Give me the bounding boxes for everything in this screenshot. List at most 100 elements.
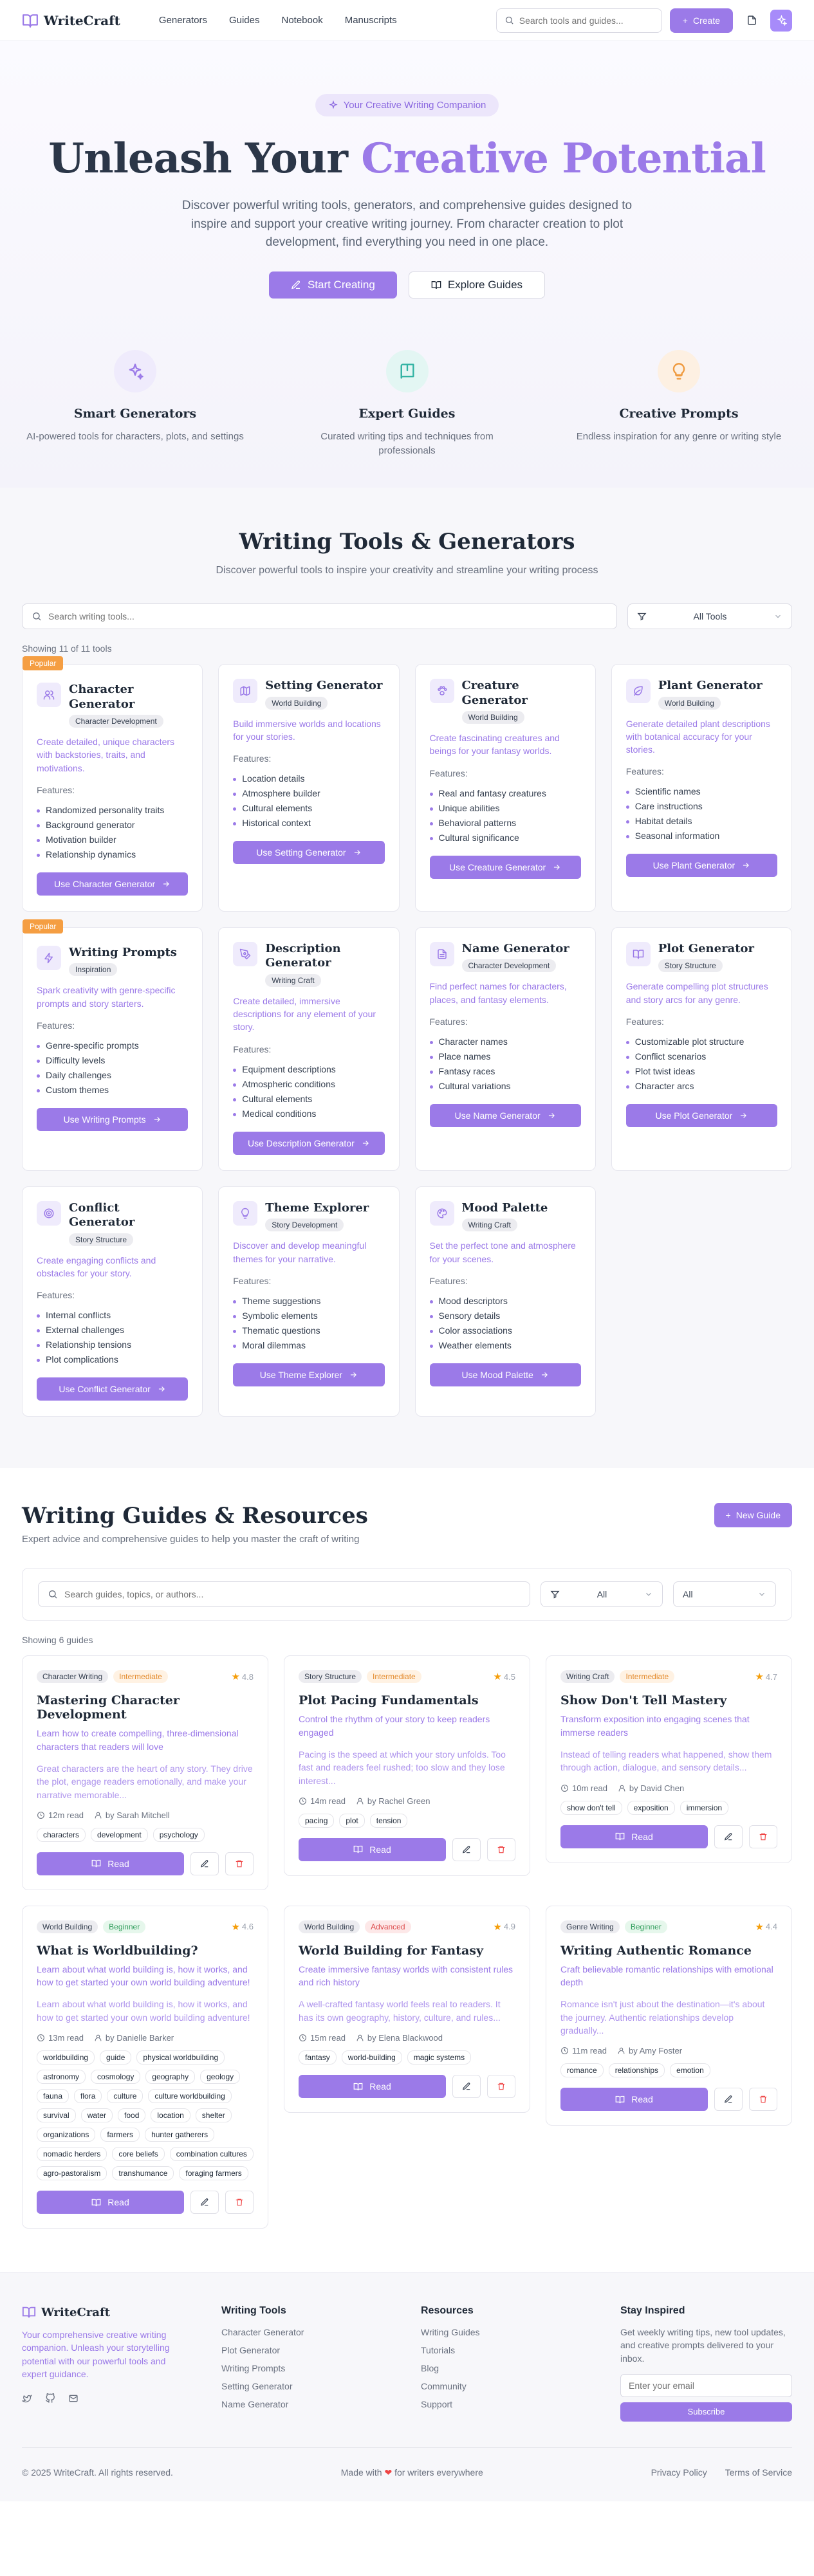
read-guide-button[interactable]: Read [560,1825,708,1848]
guide-tag[interactable]: combination cultures [169,2147,254,2162]
delete-guide-button[interactable] [487,2075,515,2099]
use-tool-button[interactable]: Use Creature Generator [429,855,581,879]
brand-logo[interactable]: WriteCraft [22,12,120,29]
nav-generators[interactable]: Generators [159,15,207,26]
guide-tag[interactable]: nomadic herders [37,2147,107,2162]
read-guide-button[interactable]: Read [299,1837,446,1861]
use-tool-button[interactable]: Use Conflict Generator [37,1377,189,1401]
use-tool-button[interactable]: Use Writing Prompts [37,1107,189,1131]
guide-tag[interactable]: transhumance [112,2166,174,2181]
guide-tag[interactable]: agro-pastoralism [37,2166,107,2181]
guide-tag[interactable]: farmers [100,2128,140,2142]
guide-tag[interactable]: pacing [299,1813,335,1828]
guides-level-select[interactable]: All [673,1581,776,1608]
delete-guide-button[interactable] [749,2088,777,2111]
footer-brand[interactable]: WriteCraft [22,2305,221,2319]
guide-tag[interactable]: tension [369,1813,408,1828]
edit-guide-button[interactable] [714,1825,743,1848]
guide-tag[interactable]: shelter [195,2108,232,2123]
footer-link[interactable]: Tutorials [421,2345,620,2355]
guide-tag[interactable]: location [151,2108,190,2123]
guide-tag[interactable]: guide [100,2050,132,2065]
guide-tag[interactable]: culture [107,2089,143,2104]
mail-icon[interactable] [68,2393,79,2404]
newsletter-email-input[interactable] [629,2380,784,2391]
new-guide-button[interactable]: + New Guide [714,1503,792,1528]
guide-tag[interactable]: core beliefs [112,2147,165,2162]
guide-tag[interactable]: romance [560,2063,604,2078]
footer-link[interactable]: Writing Guides [421,2327,620,2337]
edit-guide-button[interactable] [714,2088,743,2111]
explore-guides-button[interactable]: Explore Guides [408,271,546,299]
guide-tag[interactable]: relationships [608,2063,665,2078]
read-guide-button[interactable]: Read [37,1852,184,1875]
read-guide-button[interactable]: Read [560,2088,708,2111]
guide-tag[interactable]: world-building [341,2050,402,2065]
read-guide-button[interactable]: Read [299,2075,446,2099]
footer-link[interactable]: Character Generator [221,2327,421,2337]
twitter-icon[interactable] [22,2393,32,2404]
start-creating-button[interactable]: Start Creating [268,271,397,299]
guide-tag[interactable]: astronomy [37,2070,86,2084]
footer-link[interactable]: Writing Prompts [221,2363,421,2373]
guide-tag[interactable]: foraging farmers [179,2166,248,2181]
guide-tag[interactable]: characters [37,1827,86,1842]
guides-category-select[interactable]: All [541,1581,663,1608]
nav-guides[interactable]: Guides [229,15,260,26]
tools-search-input[interactable] [48,611,607,621]
use-tool-button[interactable]: Use Theme Explorer [233,1363,385,1386]
use-tool-button[interactable]: Use Mood Palette [429,1363,581,1386]
guides-search-input[interactable] [64,1589,521,1600]
guide-title[interactable]: Show Don't Tell Mastery [560,1693,777,1707]
github-icon[interactable] [45,2393,55,2404]
guide-tag[interactable]: magic systems [407,2050,472,2065]
guide-tag[interactable]: emotion [670,2063,710,2078]
guide-tag[interactable]: food [118,2108,146,2123]
edit-guide-button[interactable] [452,2075,481,2099]
guide-tag[interactable]: geology [200,2070,241,2084]
nav-manuscripts[interactable]: Manuscripts [345,15,397,26]
guide-tag[interactable]: psychology [153,1827,205,1842]
sparkles-button[interactable] [770,9,792,32]
footer-link[interactable]: Setting Generator [221,2381,421,2391]
footer-link[interactable]: Support [421,2399,620,2409]
privacy-link[interactable]: Privacy Policy [651,2467,707,2478]
guide-tag[interactable]: organizations [37,2128,96,2142]
delete-guide-button[interactable] [749,1825,777,1848]
edit-guide-button[interactable] [190,2191,219,2214]
terms-link[interactable]: Terms of Service [725,2467,792,2478]
guide-title[interactable]: What is Worldbuilding? [37,1944,254,1958]
guide-tag[interactable]: immersion [680,1800,729,1815]
guide-tag[interactable]: fauna [37,2089,69,2104]
guide-title[interactable]: Plot Pacing Fundamentals [299,1693,515,1707]
footer-link[interactable]: Name Generator [221,2399,421,2409]
edit-guide-button[interactable] [190,1852,219,1875]
guide-tag[interactable]: fantasy [299,2050,337,2065]
guide-tag[interactable]: exposition [627,1800,675,1815]
guide-tag[interactable]: worldbuilding [37,2050,95,2065]
guide-tag[interactable]: physical worldbuilding [136,2050,225,2065]
document-button[interactable] [741,10,763,32]
use-tool-button[interactable]: Use Plot Generator [625,1103,777,1127]
edit-guide-button[interactable] [452,1837,481,1861]
guide-tag[interactable]: water [80,2108,113,2123]
guide-tag[interactable]: culture worldbuilding [148,2089,232,2104]
guide-title[interactable]: Mastering Character Development [37,1693,254,1722]
subscribe-button[interactable]: Subscribe [620,2402,792,2422]
guide-tag[interactable]: development [91,1827,148,1842]
use-tool-button[interactable]: Use Setting Generator [233,841,385,865]
guide-tag[interactable]: survival [37,2108,76,2123]
footer-link[interactable]: Plot Generator [221,2345,421,2355]
use-tool-button[interactable]: Use Name Generator [429,1103,581,1127]
read-guide-button[interactable]: Read [37,2191,184,2214]
delete-guide-button[interactable] [225,1852,254,1875]
guide-tag[interactable]: flora [74,2089,102,2104]
nav-notebook[interactable]: Notebook [282,15,323,26]
guide-tag[interactable]: geography [145,2070,196,2084]
tools-category-select[interactable]: All Tools [627,603,792,629]
guide-tag[interactable]: plot [339,1813,365,1828]
guide-title[interactable]: Writing Authentic Romance [560,1944,777,1958]
create-button[interactable]: + Create [669,8,733,33]
guide-tag[interactable]: show don't tell [560,1800,622,1815]
delete-guide-button[interactable] [225,2191,254,2214]
